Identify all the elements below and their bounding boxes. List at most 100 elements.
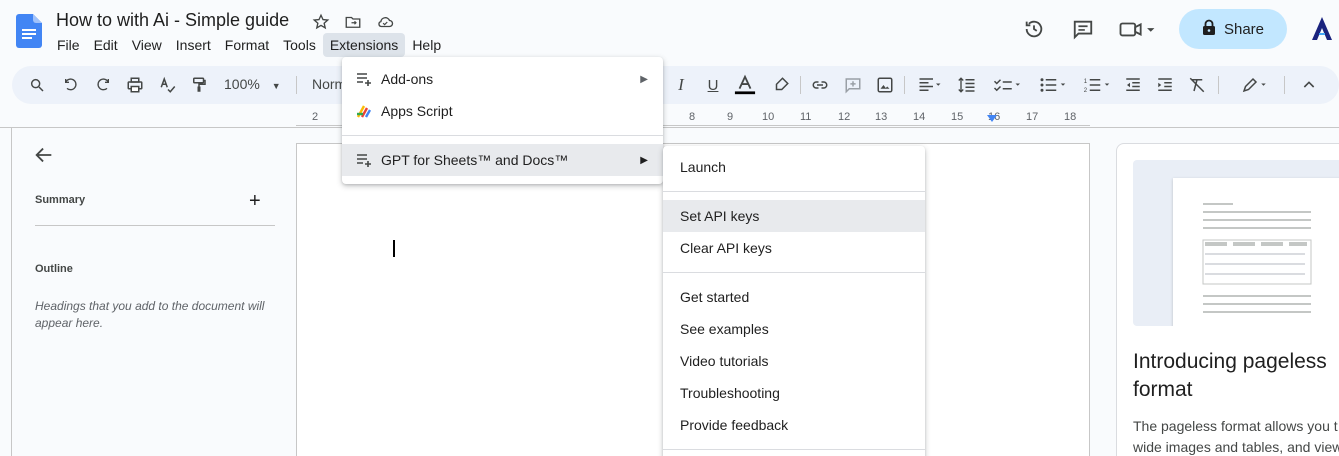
highlight-color-icon[interactable] bbox=[770, 74, 792, 96]
menu-insert[interactable]: Insert bbox=[169, 33, 218, 57]
submenu-arrow-icon: ▶ bbox=[640, 73, 648, 85]
promo-desc-line: The pageless format allows you t bbox=[1133, 418, 1338, 434]
promo-illustration bbox=[1133, 160, 1339, 326]
svg-text:1: 1 bbox=[1084, 79, 1088, 85]
search-menus-icon[interactable] bbox=[26, 74, 48, 96]
svg-text:2: 2 bbox=[1084, 88, 1088, 94]
spellcheck-icon[interactable] bbox=[157, 74, 179, 96]
menu-item-clear-api-keys[interactable]: Clear API keys bbox=[663, 232, 925, 264]
promo-title-line: Introducing pageless bbox=[1133, 350, 1327, 373]
zoom-value: 100% bbox=[224, 76, 260, 92]
menu-item-apps-script[interactable]: Apps Script bbox=[342, 95, 663, 127]
ruler-label: 14 bbox=[913, 111, 926, 123]
add-ons-icon bbox=[357, 154, 371, 167]
ruler-label: 13 bbox=[875, 111, 888, 123]
ruler-label: 10 bbox=[762, 111, 775, 123]
undo-icon[interactable] bbox=[60, 74, 82, 96]
version-history-icon[interactable] bbox=[1016, 11, 1052, 47]
print-icon[interactable] bbox=[124, 74, 146, 96]
gpt-submenu: Launch Set API keys Clear API keys Get s… bbox=[663, 146, 925, 456]
align-icon[interactable] bbox=[912, 74, 948, 96]
zoom-select[interactable]: 100% ▼ bbox=[224, 76, 281, 92]
menu-bar: File Edit View Insert Format Tools Exten… bbox=[50, 33, 448, 57]
extensions-menu: Add-ons ▶ Apps Script GPT for Sheets™ an… bbox=[342, 57, 663, 184]
add-comment-icon[interactable] bbox=[842, 74, 864, 96]
menu-view[interactable]: View bbox=[125, 33, 169, 57]
share-label: Share bbox=[1223, 20, 1265, 38]
menu-item-provide-feedback[interactable]: Provide feedback bbox=[663, 409, 925, 441]
right-indent-marker-icon[interactable] bbox=[986, 113, 998, 125]
menu-file[interactable]: File bbox=[50, 33, 87, 57]
clear-formatting-icon[interactable] bbox=[1186, 74, 1208, 96]
move-folder-icon[interactable] bbox=[342, 11, 364, 33]
ruler-label: 8 bbox=[689, 111, 696, 123]
promo-title-line: format bbox=[1133, 378, 1193, 401]
lock-icon bbox=[1202, 19, 1216, 39]
document-outline-panel: Summary + Outline Headings that you add … bbox=[13, 128, 293, 456]
account-avatar[interactable] bbox=[1307, 14, 1337, 44]
promo-title: Introducing pageless format bbox=[1133, 348, 1327, 404]
numbered-list-icon[interactable]: 12 bbox=[1078, 74, 1118, 96]
insert-image-icon[interactable] bbox=[874, 74, 896, 96]
menu-item-add-ons[interactable]: Add-ons ▶ bbox=[342, 63, 663, 95]
outline-heading: Outline bbox=[35, 263, 73, 275]
paint-format-icon[interactable] bbox=[188, 74, 210, 96]
italic-icon[interactable]: I bbox=[670, 74, 692, 96]
pageless-promo-card: Introducing pageless format The pageless… bbox=[1116, 143, 1339, 456]
outline-hint: Headings that you add to the document wi… bbox=[35, 299, 265, 330]
checklist-icon[interactable] bbox=[988, 74, 1028, 96]
apps-script-icon bbox=[356, 105, 372, 118]
summary-heading: Summary bbox=[35, 194, 86, 206]
document-title[interactable]: How to with Ai - Simple guide bbox=[56, 10, 289, 31]
title-bar: How to with Ai - Simple guide File Edit … bbox=[0, 0, 1339, 62]
menu-edit[interactable]: Edit bbox=[87, 33, 125, 57]
underline-icon[interactable]: U bbox=[702, 74, 724, 96]
ruler-label: 15 bbox=[951, 111, 964, 123]
line-spacing-icon[interactable] bbox=[956, 74, 978, 96]
ruler-label: 12 bbox=[838, 111, 851, 123]
share-button[interactable]: Share bbox=[1179, 9, 1287, 49]
ruler-label: 18 bbox=[1064, 111, 1077, 123]
menu-item-label: Apps Script bbox=[381, 103, 453, 119]
menu-item-see-examples[interactable]: See examples bbox=[663, 313, 925, 345]
menu-item-label: GPT for Sheets™ and Docs™ bbox=[381, 152, 569, 168]
chevron-down-icon: ▼ bbox=[271, 81, 281, 91]
submenu-arrow-icon: ▶ bbox=[640, 154, 648, 166]
menu-help[interactable]: Help bbox=[405, 33, 448, 57]
editing-mode-icon[interactable] bbox=[1236, 74, 1276, 96]
bulleted-list-icon[interactable] bbox=[1034, 74, 1074, 96]
menu-item-video-tutorials[interactable]: Video tutorials bbox=[663, 345, 925, 377]
cloud-saved-icon[interactable] bbox=[374, 11, 396, 33]
add-ons-icon bbox=[357, 73, 371, 86]
menu-format[interactable]: Format bbox=[218, 33, 276, 57]
formatting-toolbar: 100% ▼ Norm I U 12 bbox=[12, 66, 1339, 104]
menu-item-gpt-for-sheets-docs[interactable]: GPT for Sheets™ and Docs™ ▶ bbox=[342, 144, 663, 176]
docs-logo-icon[interactable] bbox=[16, 14, 42, 48]
increase-indent-icon[interactable] bbox=[1154, 74, 1176, 96]
redo-icon[interactable] bbox=[92, 74, 114, 96]
menu-tools[interactable]: Tools bbox=[276, 33, 323, 57]
menu-item-get-started[interactable]: Get started bbox=[663, 281, 925, 313]
insert-link-icon[interactable] bbox=[809, 74, 831, 96]
menu-extensions[interactable]: Extensions bbox=[322, 33, 406, 57]
meet-icon[interactable] bbox=[1114, 11, 1160, 47]
menu-item-set-api-keys[interactable]: Set API keys bbox=[663, 200, 925, 232]
ruler-label: 9 bbox=[727, 111, 734, 123]
back-arrow-icon[interactable] bbox=[33, 144, 55, 166]
vertical-ruler[interactable] bbox=[0, 128, 12, 456]
text-color-icon[interactable] bbox=[734, 74, 756, 96]
text-cursor bbox=[393, 240, 395, 257]
comments-icon[interactable] bbox=[1065, 11, 1101, 47]
promo-desc-line: wide images and tables, and view bbox=[1133, 439, 1339, 455]
collapse-menus-icon[interactable] bbox=[1298, 74, 1320, 96]
menu-item-troubleshooting[interactable]: Troubleshooting bbox=[663, 377, 925, 409]
add-summary-icon[interactable]: + bbox=[249, 190, 261, 213]
ruler-label: 2 bbox=[312, 111, 319, 123]
promo-description: The pageless format allows you t wide im… bbox=[1133, 416, 1339, 456]
decrease-indent-icon[interactable] bbox=[1122, 74, 1144, 96]
menu-item-label: Add-ons bbox=[381, 71, 434, 87]
menu-item-launch[interactable]: Launch bbox=[663, 151, 925, 183]
star-icon[interactable] bbox=[310, 11, 332, 33]
ruler-label: 17 bbox=[1026, 111, 1039, 123]
ruler-label: 11 bbox=[800, 111, 812, 123]
